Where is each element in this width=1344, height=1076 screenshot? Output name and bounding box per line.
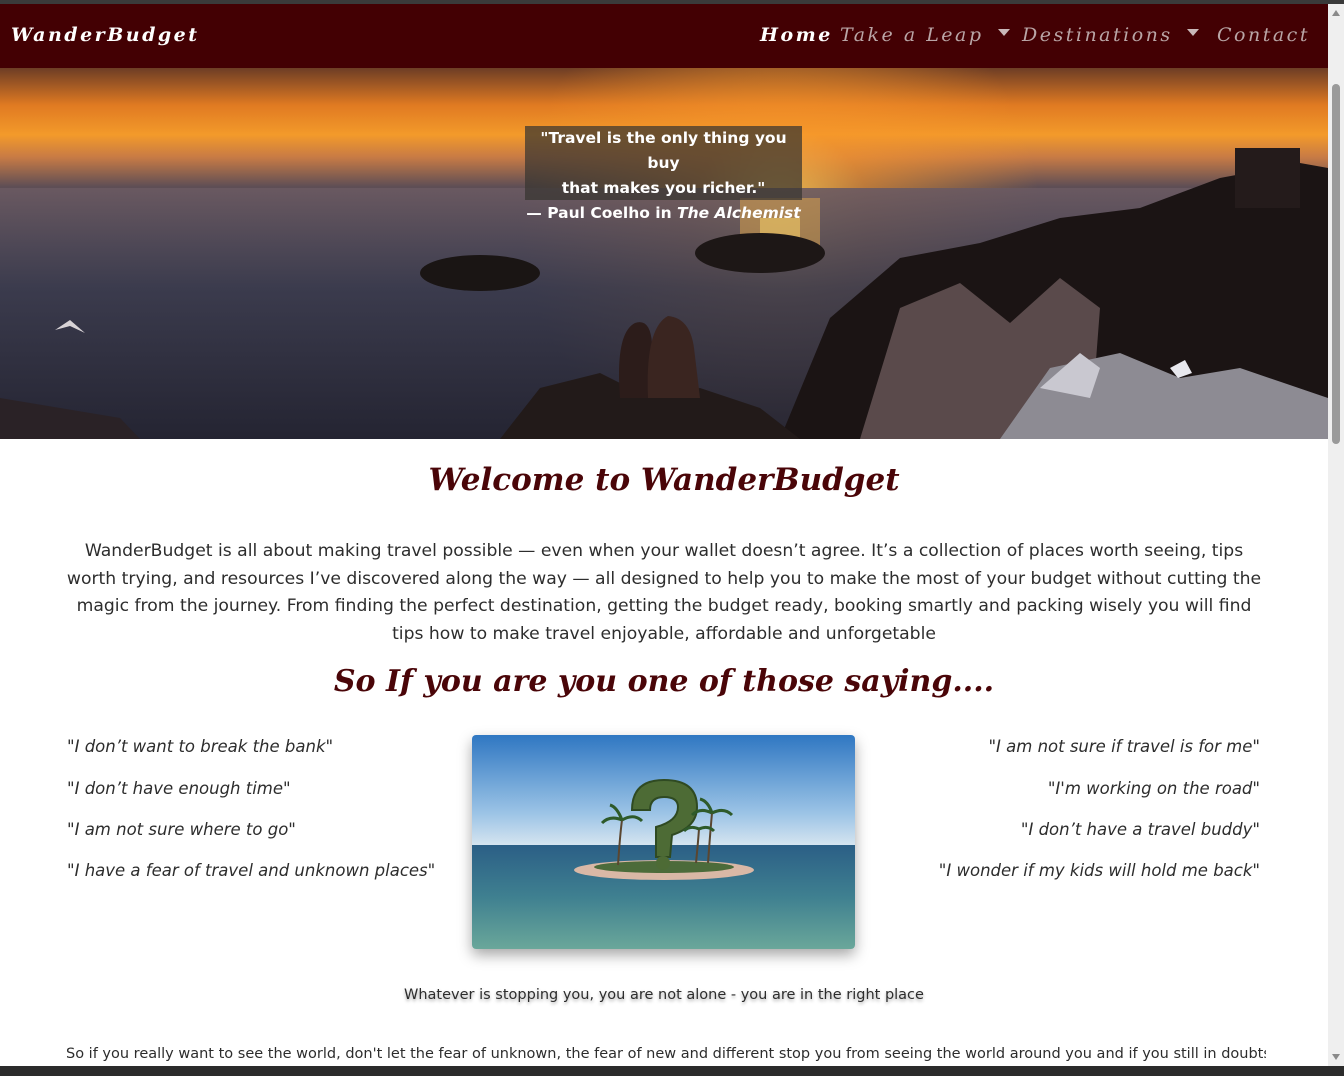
window-bottom-edge — [0, 1066, 1344, 1076]
nav-take-a-leap-label: Take a Leap — [840, 24, 984, 46]
navbar: WanderBudget Home Take a Leap Destinatio… — [0, 4, 1328, 68]
quote-author: — Paul Coelho in — [526, 204, 678, 222]
saying-left-3: "I am not sure where to go" — [67, 820, 296, 839]
nav-destinations-label: Destinations — [1022, 24, 1173, 46]
quote-attribution: — Paul Coelho in The Alchemist — [525, 201, 802, 226]
saying-right-4: "I wonder if my kids will hold me back" — [938, 861, 1260, 880]
nav-take-a-leap[interactable]: Take a Leap — [840, 24, 1010, 46]
saying-left-1: "I don’t want to break the bank" — [67, 737, 334, 756]
saying-right-3: "I don’t have a travel buddy" — [1020, 820, 1260, 839]
saying-left-4: "I have a fear of travel and unknown pla… — [67, 861, 436, 880]
hero-banner: "Travel is the only thing you buy that m… — [0, 68, 1328, 439]
caret-down-icon — [1186, 28, 1199, 36]
page-title: Welcome to WanderBudget — [428, 462, 900, 498]
sunset-coast-image — [0, 68, 1328, 439]
page-viewport: WanderBudget Home Take a Leap Destinatio… — [0, 4, 1328, 1066]
nav-contact[interactable]: Contact — [1217, 24, 1310, 46]
island-caption: Whatever is stopping you, you are not al… — [404, 987, 924, 1003]
brand-logo[interactable]: WanderBudget — [11, 24, 200, 46]
section-subtitle: So If you are you one of those saying...… — [333, 664, 995, 699]
scrollbar-thumb[interactable] — [1332, 84, 1340, 444]
caret-down-icon — [997, 28, 1010, 36]
quote-book: The Alchemist — [677, 204, 801, 222]
island-illustration — [472, 735, 855, 949]
quote-line-2: that makes you richer." — [561, 179, 766, 197]
saying-right-1: "I am not sure if travel is for me" — [988, 737, 1260, 756]
closing-paragraph: So if you really want to see the world, … — [66, 1046, 1266, 1062]
scroll-down-icon[interactable] — [1332, 1054, 1340, 1060]
nav-destinations[interactable]: Destinations — [1022, 24, 1199, 46]
quote-line-1: "Travel is the only thing you buy — [540, 129, 787, 172]
nav-home[interactable]: Home — [760, 24, 833, 46]
scroll-up-icon[interactable] — [1332, 10, 1340, 16]
saying-right-2: "I'm working on the road" — [1047, 779, 1260, 798]
hero-quote: "Travel is the only thing you buy that m… — [525, 126, 802, 222]
vertical-scrollbar[interactable] — [1328, 4, 1344, 1066]
saying-left-2: "I don’t have enough time" — [67, 779, 291, 798]
intro-paragraph: WanderBudget is all about making travel … — [66, 541, 1262, 644]
question-island-image — [472, 735, 855, 949]
